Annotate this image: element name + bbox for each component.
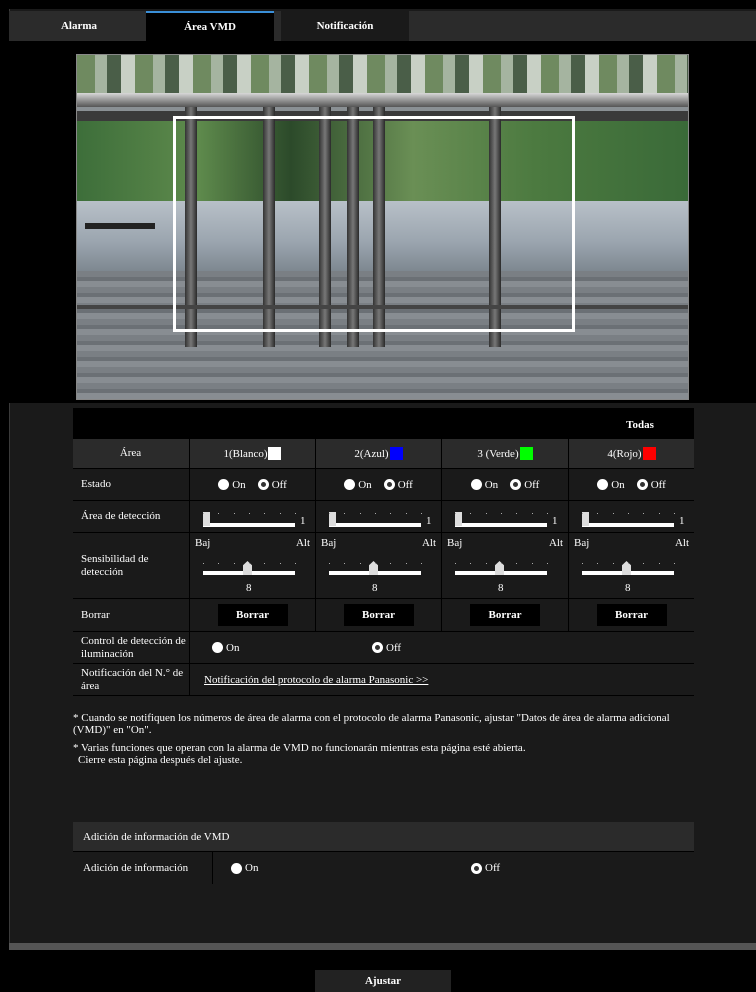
area-2-color-swatch <box>389 447 403 460</box>
estado-row: Estado On Off On Off On Off On Off <box>73 469 694 501</box>
area-4-off-radio[interactable]: Off <box>636 479 666 491</box>
area-1-label: 1(Blanco) <box>223 447 268 460</box>
area-3-detection-slider[interactable]: 1 <box>455 509 563 529</box>
area-2-sensitivity-slider[interactable] <box>329 559 429 577</box>
tab-area-vmd[interactable]: Área VMD <box>146 11 274 41</box>
area-4-borrar-button[interactable]: Borrar <box>596 604 667 626</box>
area-3-on-radio[interactable]: On <box>470 479 498 491</box>
separator <box>9 943 756 950</box>
area-4-detection-slider[interactable]: 1 <box>582 509 690 529</box>
tab-alarma[interactable]: Alarma <box>19 11 139 41</box>
vmd-info-section: Adición de información de VMD Adición de… <box>73 822 694 884</box>
area-3-off-radio[interactable]: Off <box>510 479 539 491</box>
area-2-on-radio[interactable]: On <box>344 479 372 491</box>
area-4-sensitivity-slider[interactable] <box>582 559 682 577</box>
camera-preview[interactable] <box>76 54 689 400</box>
deteccion-label: Área de detección <box>81 510 161 522</box>
iluminacion-on-radio[interactable]: On <box>212 642 372 654</box>
area-1-color-swatch <box>268 447 282 460</box>
notificacion-row: Notificación del N.° de área Notificació… <box>73 664 694 696</box>
detection-area-box[interactable] <box>173 116 575 332</box>
area-label: Área <box>119 447 142 459</box>
area-4-on-radio[interactable]: On <box>597 479 625 491</box>
vmd-info-label: Adición de información <box>73 852 213 884</box>
area-2-borrar-button[interactable]: Borrar <box>343 604 414 626</box>
apply-button[interactable]: Ajustar <box>315 970 451 992</box>
iluminacion-off-radio[interactable]: Off <box>372 642 401 654</box>
deteccion-row: Área de detección 1 1 1 1 <box>73 501 694 533</box>
area-2-detection-slider[interactable]: 1 <box>329 509 437 529</box>
area-2-label: 2(Azul) <box>354 447 389 460</box>
iluminacion-label: Control de detección de iluminación <box>81 634 186 660</box>
area-1-off-radio[interactable]: Off <box>257 479 287 491</box>
sensibilidad-label: Sensibilidad de detección <box>81 552 149 578</box>
tab-bar: Alarma Área VMD Notificación <box>9 11 756 41</box>
tab-notificacion[interactable]: Notificación <box>281 11 409 41</box>
iluminacion-row: Control de detección de iluminación On O… <box>73 632 694 664</box>
borrar-label: Borrar <box>81 608 110 621</box>
area-3-sensitivity-slider[interactable] <box>455 559 555 577</box>
note-3: Cierre esta página después del ajuste. <box>78 754 243 766</box>
area-4-color-swatch <box>642 447 656 460</box>
area-1-detection-slider[interactable]: 1 <box>203 509 311 529</box>
vmd-info-off-radio[interactable]: Off <box>471 862 500 874</box>
area-header-row: Área 1(Blanco) 2(Azul) 3 (Verde) 4(Rojo) <box>73 439 694 469</box>
vmd-info-on-radio[interactable]: On <box>231 862 258 874</box>
area-1-on-radio[interactable]: On <box>218 479 246 491</box>
area-2-off-radio[interactable]: Off <box>383 479 413 491</box>
area-1-borrar-button[interactable]: Borrar <box>217 604 288 626</box>
panasonic-protocol-link[interactable]: Notificación del protocolo de alarma Pan… <box>204 674 428 686</box>
notificacion-label: Notificación del N.° de área <box>81 666 184 692</box>
area-3-label: 3 (Verde) <box>477 447 519 460</box>
all-button[interactable]: Todas <box>605 414 675 436</box>
note-2: * Varias funciones que operan con la ala… <box>73 742 526 754</box>
notes: * Cuando se notifiquen los números de ár… <box>73 712 694 766</box>
area-4-label: 4(Rojo) <box>607 447 642 460</box>
sensibilidad-row: Sensibilidad de detección Baj Alt 8 Baj … <box>73 533 694 599</box>
borrar-row: Borrar Borrar Borrar Borrar Borrar <box>73 599 694 632</box>
area-3-color-swatch <box>519 447 533 460</box>
area-1-sensitivity-slider[interactable] <box>203 559 303 577</box>
vmd-settings-table: Todas Área 1(Blanco) 2(Azul) 3 (Verde) 4… <box>73 408 694 696</box>
note-1: * Cuando se notifiquen los números de ár… <box>73 712 670 736</box>
area-3-borrar-button[interactable]: Borrar <box>470 604 540 626</box>
vmd-info-header: Adición de información de VMD <box>73 822 694 852</box>
estado-label: Estado <box>81 478 111 490</box>
